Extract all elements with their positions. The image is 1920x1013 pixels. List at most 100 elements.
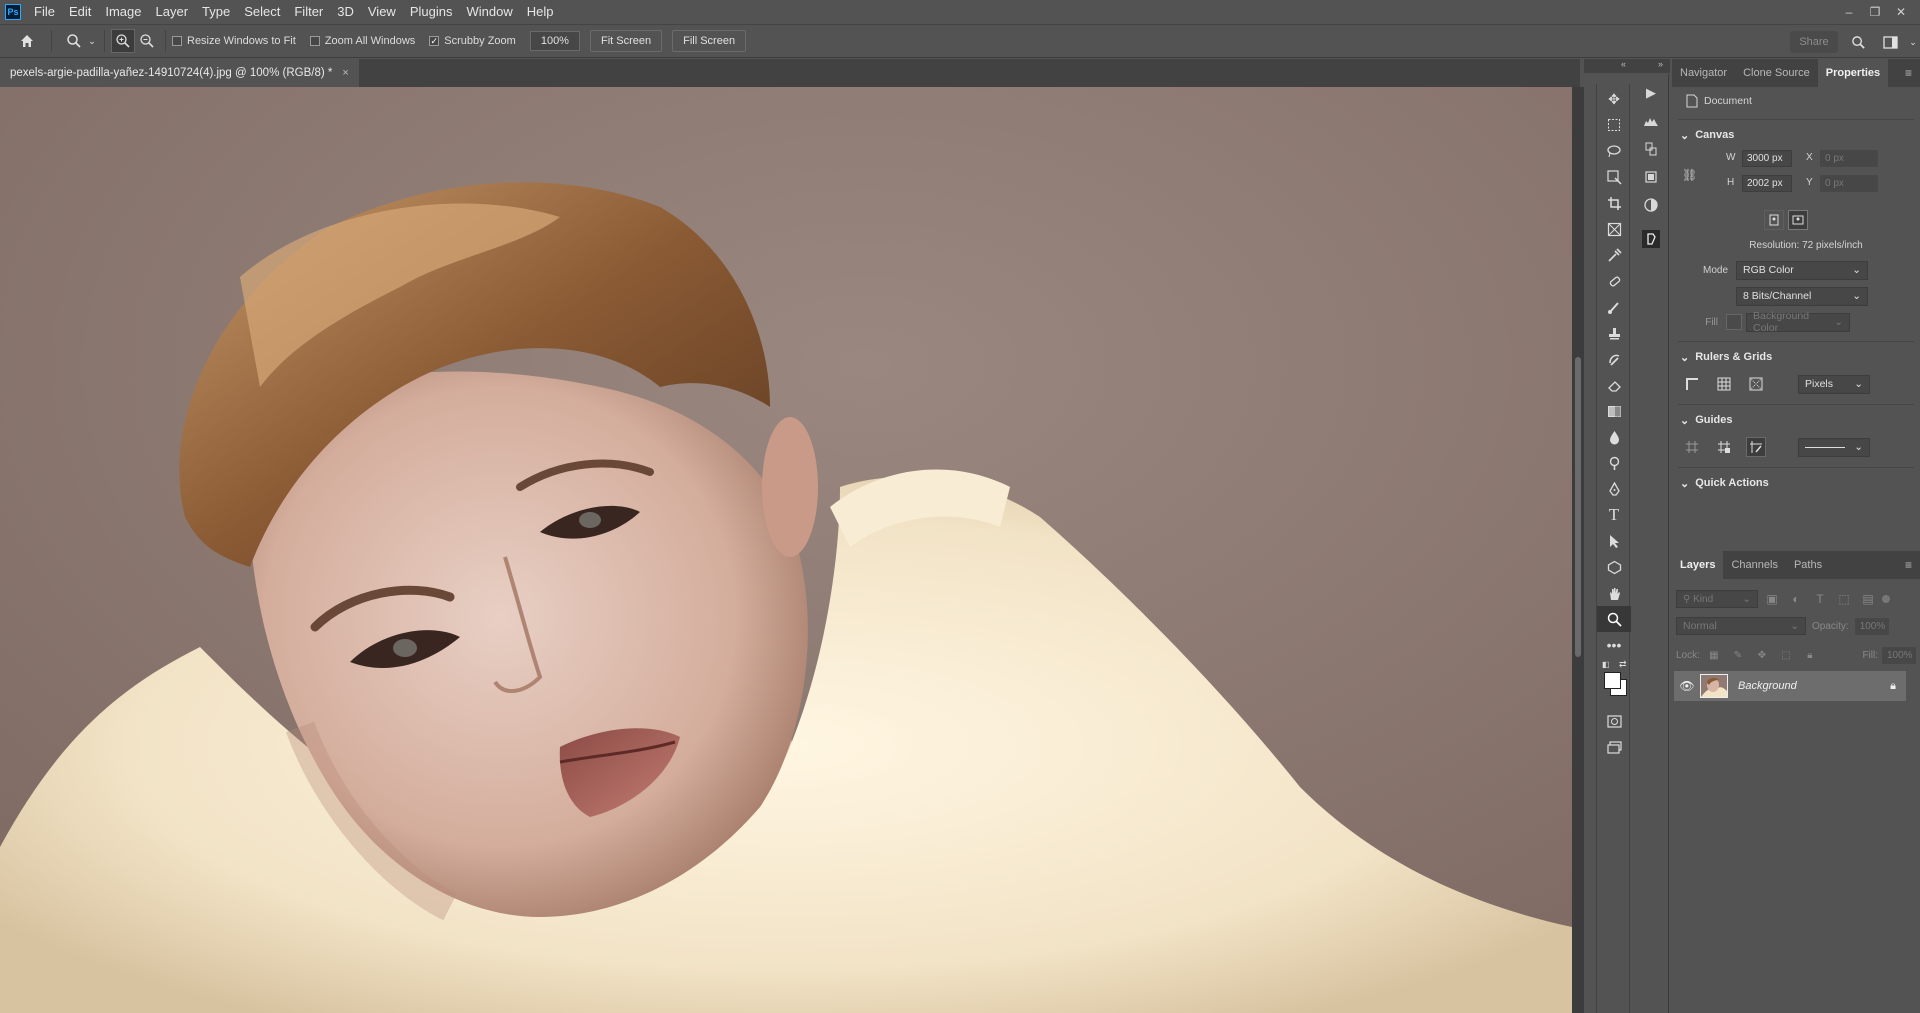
zoom-tool-icon[interactable] <box>1597 606 1631 632</box>
actions-play-icon[interactable]: ▶ <box>1633 79 1669 107</box>
portrait-orientation-icon[interactable] <box>1764 210 1784 230</box>
eraser-tool-icon[interactable] <box>1597 372 1631 398</box>
blend-mode-dropdown[interactable]: Normal ⌄ <box>1676 617 1806 635</box>
lock-all-icon[interactable]: 🔒︎ <box>1800 645 1820 665</box>
restore-button[interactable]: ❐ <box>1862 5 1888 19</box>
rulers-grids-section-header[interactable]: ⌄ Rulers & Grids <box>1672 346 1920 368</box>
lock-transparency-icon[interactable]: ▦ <box>1704 645 1724 665</box>
document-tab[interactable]: pexels-argie-padilla-yañez-14910724(4).j… <box>0 59 359 87</box>
hand-tool-icon[interactable] <box>1597 580 1631 606</box>
type-tool-icon[interactable]: T <box>1597 502 1631 528</box>
opacity-field[interactable]: 100% <box>1854 617 1889 635</box>
dodge-tool-icon[interactable] <box>1597 450 1631 476</box>
pixel-grid-icon[interactable] <box>1746 374 1766 394</box>
healing-brush-tool-icon[interactable] <box>1597 268 1631 294</box>
menu-layer[interactable]: Layer <box>149 0 196 24</box>
canvas-section-header[interactable]: ⌄ Canvas <box>1672 124 1920 146</box>
brush-tool-icon[interactable] <box>1597 294 1631 320</box>
menu-type[interactable]: Type <box>195 0 237 24</box>
screen-mode-icon[interactable] <box>1597 734 1631 760</box>
menu-select[interactable]: Select <box>237 0 287 24</box>
menu-filter[interactable]: Filter <box>287 0 330 24</box>
tab-paths[interactable]: Paths <box>1786 551 1830 579</box>
canvas-vertical-scrollbar[interactable] <box>1572 87 1584 1013</box>
filter-toggle[interactable] <box>1882 595 1890 603</box>
menu-image[interactable]: Image <box>98 0 148 24</box>
smart-guides-icon[interactable] <box>1746 437 1766 457</box>
tab-layers[interactable]: Layers <box>1672 551 1724 579</box>
panel-menu-icon[interactable]: ≡ <box>1905 558 1912 572</box>
eyedropper-tool-icon[interactable] <box>1597 242 1631 268</box>
menu-edit[interactable]: Edit <box>62 0 98 24</box>
collapse-left-icon[interactable]: « <box>1621 59 1626 69</box>
tab-clone-source[interactable]: Clone Source <box>1735 59 1818 87</box>
height-field[interactable]: 2002 px <box>1742 175 1792 192</box>
zoom-in-icon[interactable] <box>111 29 135 53</box>
visibility-eye-icon[interactable]: 👁︎ <box>1674 679 1700 693</box>
bit-depth-dropdown[interactable]: 8 Bits/Channel ⌄ <box>1736 286 1868 306</box>
scrubby-zoom-checkbox[interactable]: ✓ Scrubby Zoom <box>429 35 516 47</box>
share-button[interactable]: Share <box>1790 31 1838 53</box>
home-icon[interactable] <box>15 29 39 53</box>
frame-tool-icon[interactable] <box>1597 216 1631 242</box>
grid-icon[interactable] <box>1714 374 1734 394</box>
blur-tool-icon[interactable] <box>1597 424 1631 450</box>
libraries-icon[interactable] <box>1633 163 1669 191</box>
gradient-tool-icon[interactable] <box>1597 398 1631 424</box>
fit-screen-button[interactable]: Fit Screen <box>589 30 663 52</box>
chevron-down-icon[interactable]: ⌄ <box>86 29 98 53</box>
tab-navigator[interactable]: Navigator <box>1672 59 1735 87</box>
default-colors-icon[interactable]: ◧ <box>1602 660 1610 669</box>
fill-dropdown[interactable]: Background Color ⌄ <box>1746 310 1850 334</box>
layer-kind-filter[interactable]: ⚲ Kind ⌄ <box>1676 590 1758 608</box>
tab-channels[interactable]: Channels <box>1723 551 1785 579</box>
zoom-out-icon[interactable] <box>135 29 159 53</box>
pen-tool-icon[interactable] <box>1597 476 1631 502</box>
zoom-all-windows-checkbox[interactable]: Zoom All Windows <box>309 35 415 47</box>
lock-position-icon[interactable]: ✥ <box>1752 645 1772 665</box>
minimize-button[interactable]: – <box>1836 5 1862 19</box>
menu-view[interactable]: View <box>361 0 403 24</box>
menu-help[interactable]: Help <box>520 0 561 24</box>
quick-actions-section-header[interactable]: ⌄ Quick Actions <box>1672 472 1920 494</box>
workspace-icon[interactable] <box>1878 30 1902 54</box>
foreground-color-swatch[interactable] <box>1604 672 1621 689</box>
quick-mask-icon[interactable] <box>1597 708 1631 734</box>
menu-plugins[interactable]: Plugins <box>403 0 460 24</box>
y-field[interactable]: 0 px <box>1820 175 1878 192</box>
x-field[interactable]: 0 px <box>1820 150 1878 167</box>
menu-file[interactable]: File <box>27 0 62 24</box>
shape-tool-icon[interactable] <box>1597 554 1631 580</box>
panel-menu-icon[interactable]: ≡ <box>1905 66 1912 80</box>
guides-show-icon[interactable] <box>1682 437 1702 457</box>
lock-pixels-icon[interactable]: ✎ <box>1728 645 1748 665</box>
filter-pixel-icon[interactable]: ▣ <box>1762 589 1782 609</box>
link-icon[interactable]: ⛓ <box>1682 168 1697 182</box>
tab-properties[interactable]: Properties <box>1817 59 1889 87</box>
ruler-units-dropdown[interactable]: Pixels ⌄ <box>1798 374 1870 394</box>
menu-3d[interactable]: 3D <box>330 0 361 24</box>
history-icon[interactable] <box>1633 135 1669 163</box>
zoom-tool-preset-icon[interactable] <box>62 29 86 53</box>
guides-style-dropdown[interactable]: ⌄ <box>1798 437 1870 457</box>
layer-fill-field[interactable]: 100% <box>1882 646 1916 664</box>
filter-adjustment-icon[interactable]: ◐ <box>1786 589 1806 609</box>
history-brush-tool-icon[interactable] <box>1597 346 1631 372</box>
resize-windows-checkbox[interactable]: Resize Windows to Fit <box>172 35 296 47</box>
layer-row-background[interactable]: 👁︎ Background 🔒︎ <box>1674 671 1906 701</box>
scrollbar-thumb[interactable] <box>1575 357 1581 657</box>
search-icon[interactable] <box>1846 30 1870 54</box>
width-field[interactable]: 3000 px <box>1742 150 1792 167</box>
filter-type-icon[interactable]: T <box>1810 589 1830 609</box>
lock-artboard-icon[interactable]: ⬚ <box>1776 645 1796 665</box>
histogram-icon[interactable] <box>1633 107 1669 135</box>
object-selection-tool-icon[interactable] <box>1597 164 1631 190</box>
menu-window[interactable]: Window <box>459 0 519 24</box>
fill-swatch[interactable] <box>1726 314 1742 330</box>
path-selection-tool-icon[interactable] <box>1597 528 1631 554</box>
more-tools-icon[interactable]: ••• <box>1597 632 1631 658</box>
guides-lock-icon[interactable] <box>1714 437 1734 457</box>
marquee-tool-icon[interactable] <box>1597 112 1631 138</box>
expand-icon[interactable]: » <box>1658 59 1663 69</box>
color-swatches[interactable]: ◧ ⇄ <box>1597 658 1631 708</box>
